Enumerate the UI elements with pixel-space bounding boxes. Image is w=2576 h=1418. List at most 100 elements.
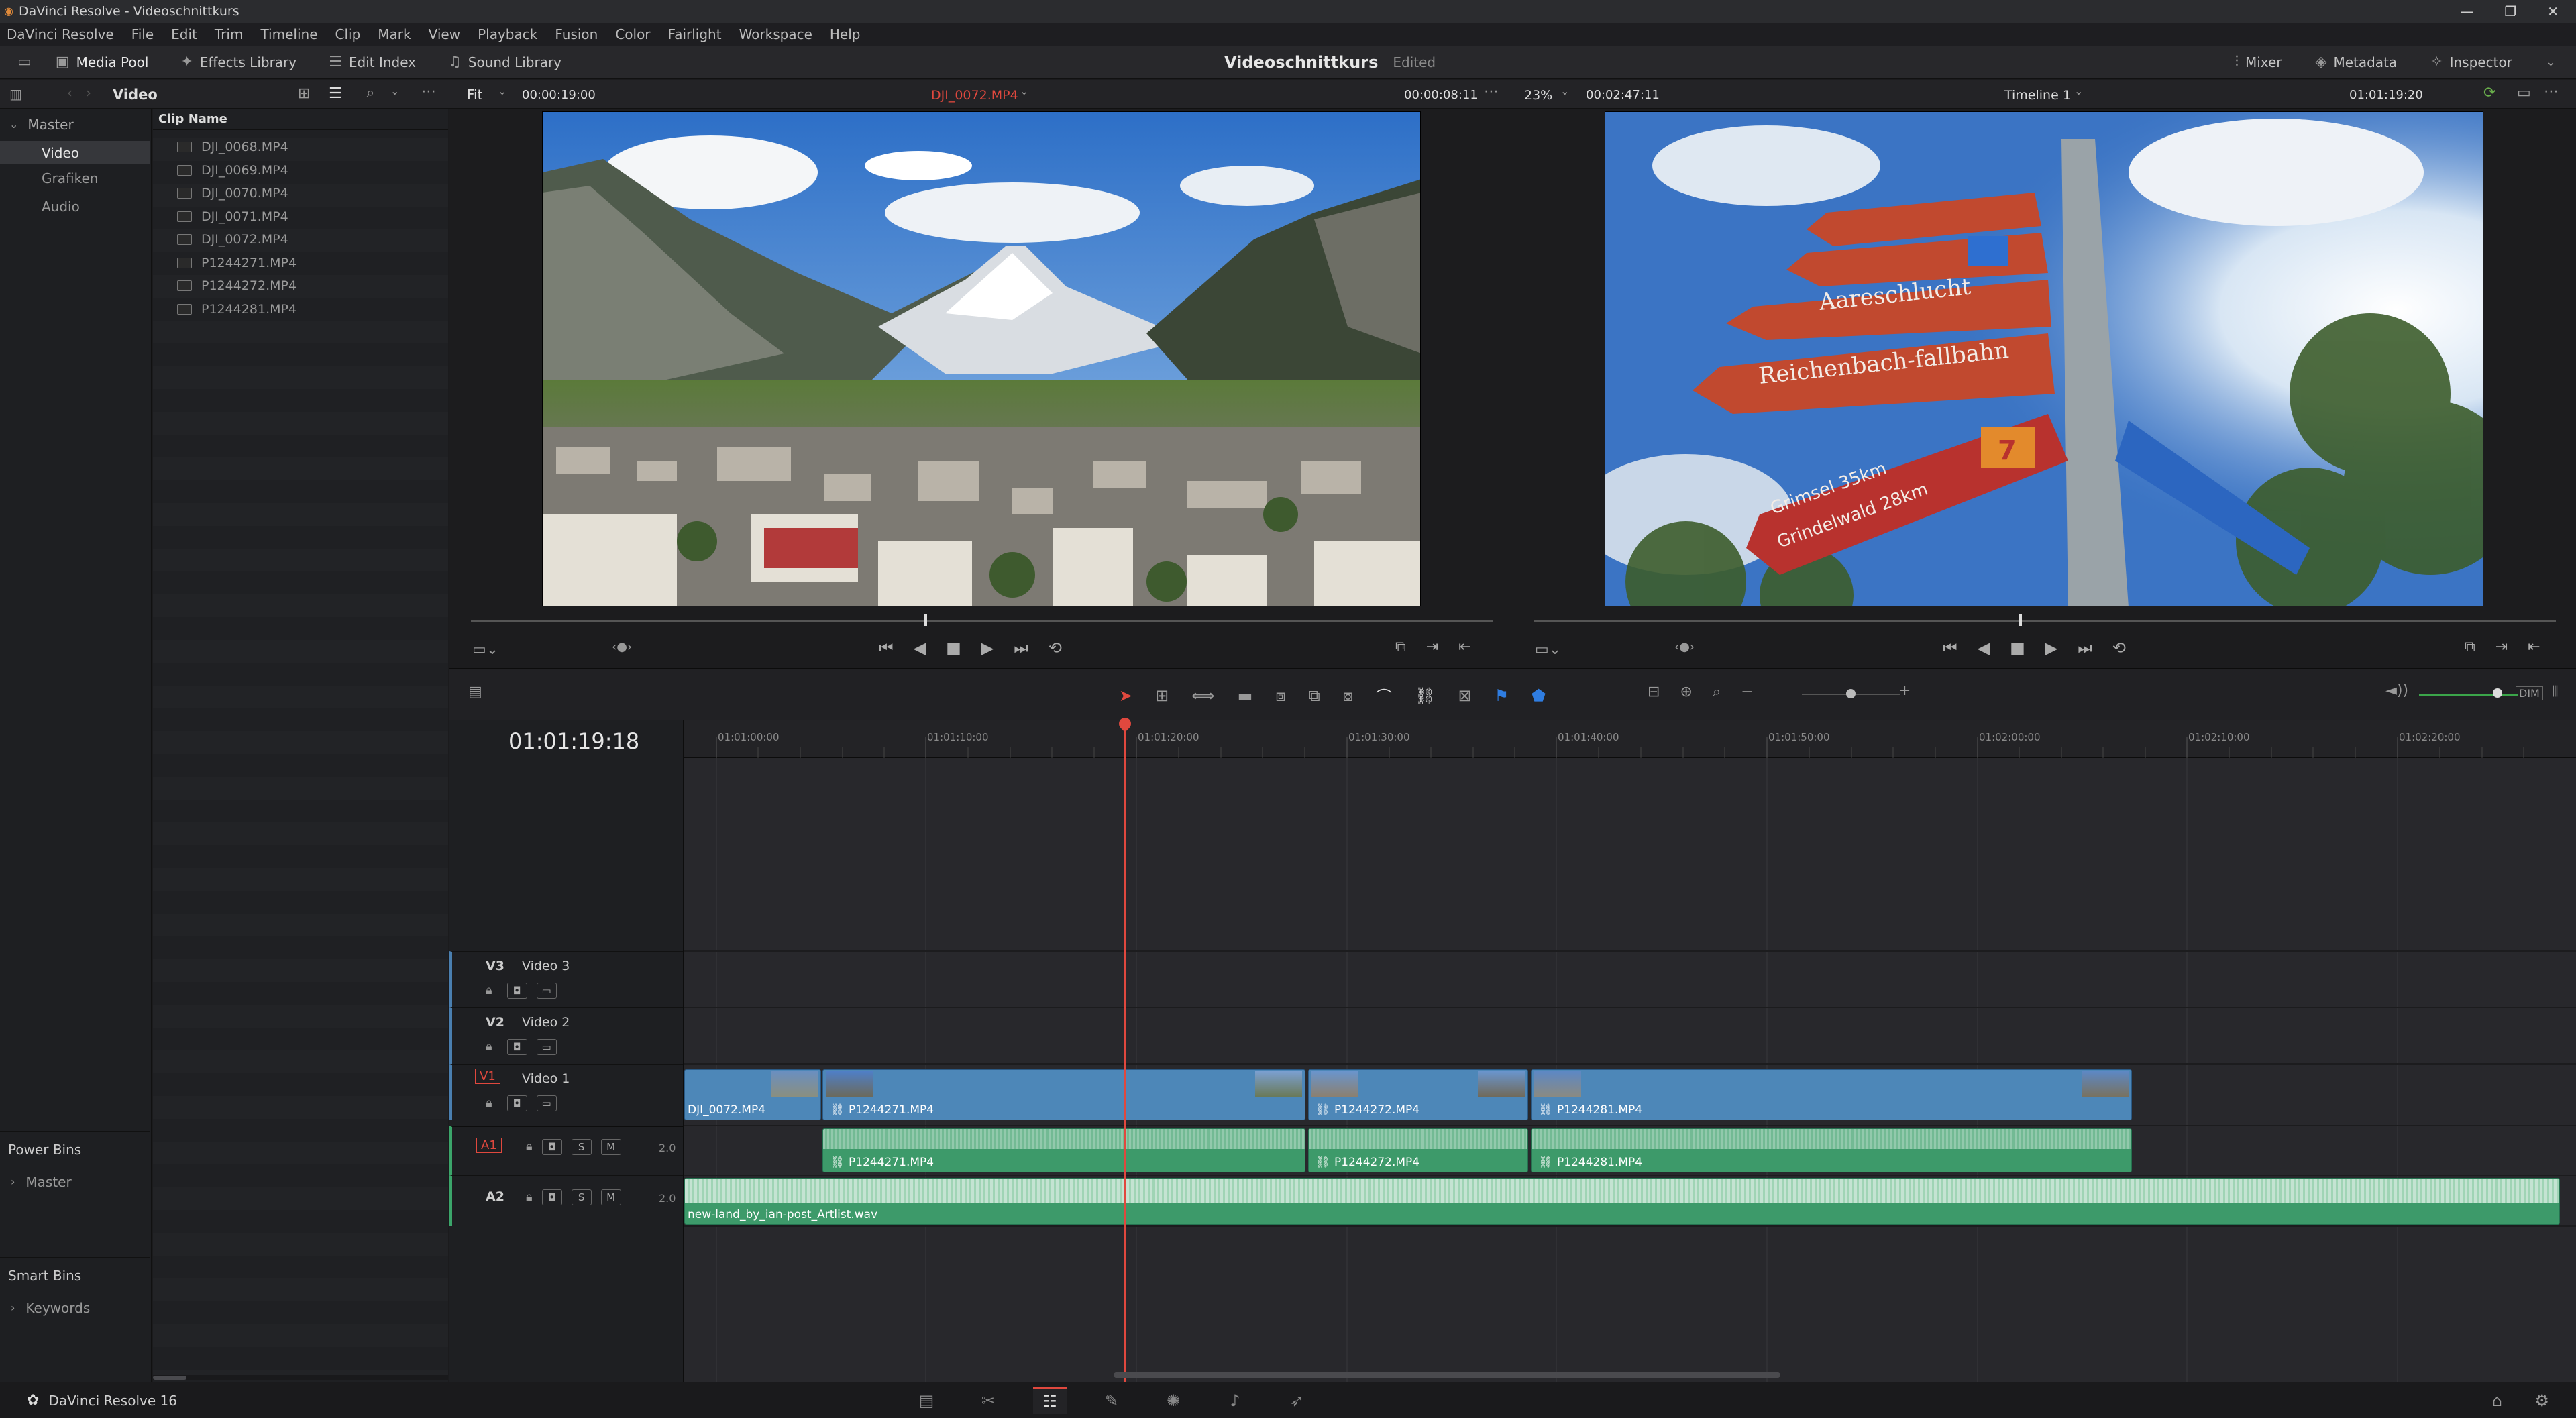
tl-mark-in-icon[interactable]: ⇥ <box>2496 639 2508 655</box>
auto-select-icon[interactable]: ◘ <box>541 1189 562 1205</box>
list-view-icon[interactable]: ☰ <box>329 87 342 101</box>
zoom-out-icon[interactable]: − <box>1741 684 1753 700</box>
zoom-custom-icon[interactable]: ⌕ <box>1713 684 1721 700</box>
source-jog-icon[interactable]: ‹●› <box>612 641 632 653</box>
zoom-full-icon[interactable]: ⊟ <box>1648 684 1660 700</box>
audio-clip-music[interactable]: new-land_by_ian-post_Artlist.wav <box>684 1178 2560 1225</box>
bin-video[interactable]: Video <box>0 141 150 164</box>
overwrite-clip-icon[interactable]: ⧉ <box>1309 686 1320 705</box>
tl-mark-out-icon[interactable]: ⇤ <box>2528 639 2540 655</box>
auto-select-icon[interactable]: ◘ <box>541 1139 562 1155</box>
timeline-zoom[interactable]: 23% <box>1524 88 1552 103</box>
cut-page-icon[interactable]: ✂ <box>971 1387 1005 1414</box>
menu-clip[interactable]: Clip <box>335 26 361 42</box>
audio-clip[interactable]: ⛓ P1244272.MP4 <box>1308 1128 1528 1172</box>
more-options-icon[interactable]: ⋯ <box>421 85 436 99</box>
flag-icon[interactable]: ⚑ <box>1495 686 1509 705</box>
bin-audio[interactable]: Audio <box>42 199 80 215</box>
auto-select-icon[interactable]: ◘ <box>506 1095 527 1111</box>
list-item[interactable]: DJI_0068.MP4 <box>153 135 448 159</box>
timeline-view-options-icon[interactable]: ▭⌄ <box>1535 643 1561 657</box>
track-id-destination[interactable]: A1 <box>476 1138 502 1153</box>
solo-button[interactable]: S <box>571 1189 592 1205</box>
track-name[interactable]: Video 3 <box>522 959 570 973</box>
mark-in-icon[interactable]: ⇥ <box>1426 639 1438 655</box>
timeline-ruler[interactable]: 01:01:00:00 01:01:10:00 01:01:20:00 01:0… <box>684 720 2576 758</box>
tl-go-to-end-icon[interactable]: ⏭ <box>2078 639 2092 657</box>
deliver-page-icon[interactable]: ➶ <box>1280 1387 1313 1414</box>
dim-button[interactable]: DIM <box>2516 686 2543 700</box>
volume-slider[interactable] <box>2419 694 2518 696</box>
zoom-slider-handle[interactable] <box>1846 689 1856 698</box>
smart-bins-keywords[interactable]: › Keywords <box>11 1300 90 1316</box>
track-name[interactable]: Video 2 <box>522 1015 570 1030</box>
snapping-icon[interactable]: ⌒ <box>1376 684 1392 707</box>
list-item[interactable]: DJI_0071.MP4 <box>153 205 448 229</box>
menu-playback[interactable]: Playback <box>478 26 537 42</box>
source-scrubber[interactable] <box>471 620 1493 622</box>
tl-go-to-start-icon[interactable]: ⏮ <box>1943 639 1957 657</box>
metadata-button[interactable]: ◈ Metadata <box>2316 54 2398 70</box>
effects-library-button[interactable]: ✦ Effects Library <box>180 54 297 70</box>
source-viewer-frame[interactable] <box>542 111 1421 606</box>
clip-dropdown-icon[interactable]: ⌄ <box>1020 86 1028 97</box>
go-to-end-icon[interactable]: ⏭ <box>1014 639 1028 657</box>
lock-icon[interactable]: 🔒︎ <box>486 985 492 997</box>
expand-toolbar-icon[interactable]: ⌄ <box>2546 56 2556 68</box>
forward-nav-icon[interactable]: › <box>86 86 91 99</box>
tl-stop-icon[interactable]: ■ <box>2010 639 2025 657</box>
lock-icon[interactable]: 🔒︎ <box>526 1191 533 1203</box>
linked-selection-icon[interactable]: ⛓ <box>1415 686 1435 705</box>
fusion-page-icon[interactable]: ✎ <box>1095 1387 1128 1414</box>
marker-icon[interactable]: ⬟ <box>1532 686 1546 705</box>
auto-select-icon[interactable]: ◘ <box>506 1039 527 1055</box>
audio-meter-icon[interactable]: ⦀ <box>2552 685 2559 700</box>
menu-trim[interactable]: Trim <box>215 26 244 42</box>
mute-button[interactable]: M <box>600 1189 621 1205</box>
track-name[interactable]: Video 1 <box>522 1071 570 1086</box>
audio-clip[interactable]: ⛓ P1244271.MP4 <box>822 1128 1305 1172</box>
menu-fairlight[interactable]: Fairlight <box>668 26 722 42</box>
solo-button[interactable]: S <box>571 1139 592 1155</box>
go-to-start-icon[interactable]: ⏮ <box>879 639 894 657</box>
source-playhead[interactable] <box>924 614 927 626</box>
auto-select-icon[interactable]: ◘ <box>506 983 527 999</box>
disable-track-icon[interactable]: ▭ <box>536 1039 557 1055</box>
timeline-options-icon[interactable]: ⋯ <box>2544 85 2559 99</box>
list-item[interactable]: DJI_0072.MP4 <box>153 228 448 252</box>
insert-clip-icon[interactable]: ⧈ <box>1275 686 1285 705</box>
timeline-playhead-mini[interactable] <box>2019 614 2022 626</box>
list-item[interactable]: DJI_0070.MP4 <box>153 182 448 205</box>
menu-edit[interactable]: Edit <box>171 26 197 42</box>
mark-out-icon[interactable]: ⇤ <box>1458 639 1470 655</box>
timeline-playhead[interactable] <box>1124 720 1126 1382</box>
close-icon[interactable]: ✕ <box>2547 3 2559 19</box>
video-clip[interactable]: ⛓ P1244271.MP4 <box>822 1069 1305 1120</box>
dynamic-trim-icon[interactable]: ⟺ <box>1191 686 1214 705</box>
timeline-viewer-frame[interactable]: Aareschlucht Reichenbach-fallbahn Grimse… <box>1605 111 2483 606</box>
back-nav-icon[interactable]: ‹ <box>67 86 72 99</box>
video-clip[interactable]: ⛓ P1244272.MP4 <box>1308 1069 1528 1120</box>
search-icon[interactable]: ⌕ <box>366 86 374 101</box>
settings-gear-icon[interactable]: ⚙ <box>2534 1393 2549 1409</box>
sync-icon[interactable]: ⟳ <box>2483 86 2496 101</box>
menu-timeline[interactable]: Timeline <box>260 26 317 42</box>
sort-dropdown-icon[interactable]: ⌄ <box>390 86 399 97</box>
lock-icon[interactable]: 🔒︎ <box>526 1141 533 1153</box>
menu-workspace[interactable]: Workspace <box>739 26 812 42</box>
disable-track-icon[interactable]: ▭ <box>536 983 557 999</box>
thumbnail-view-icon[interactable]: ⊞ <box>298 87 310 101</box>
source-zoom-dropdown-icon[interactable]: ⌄ <box>498 86 506 97</box>
video-clip[interactable]: DJI_0072.MP4 <box>684 1069 821 1120</box>
home-icon[interactable]: ⌂ <box>2492 1393 2502 1409</box>
edit-index-button[interactable]: ☰ Edit Index <box>329 54 416 70</box>
disable-track-icon[interactable]: ▭ <box>536 1095 557 1111</box>
clip-list-scrollbar[interactable] <box>153 1376 186 1380</box>
edit-page-icon[interactable]: ☷ <box>1033 1386 1067 1414</box>
source-options-icon[interactable]: ⋯ <box>1484 85 1499 99</box>
timeline-zoom-dropdown-icon[interactable]: ⌄ <box>1560 86 1569 97</box>
mixer-button[interactable]: ⫶ Mixer <box>2235 54 2282 70</box>
master-bin[interactable]: ⌄ Master <box>9 117 74 133</box>
timeline-scrollbar[interactable] <box>1114 1372 1780 1378</box>
fairlight-page-icon[interactable]: ♪ <box>1218 1387 1252 1414</box>
